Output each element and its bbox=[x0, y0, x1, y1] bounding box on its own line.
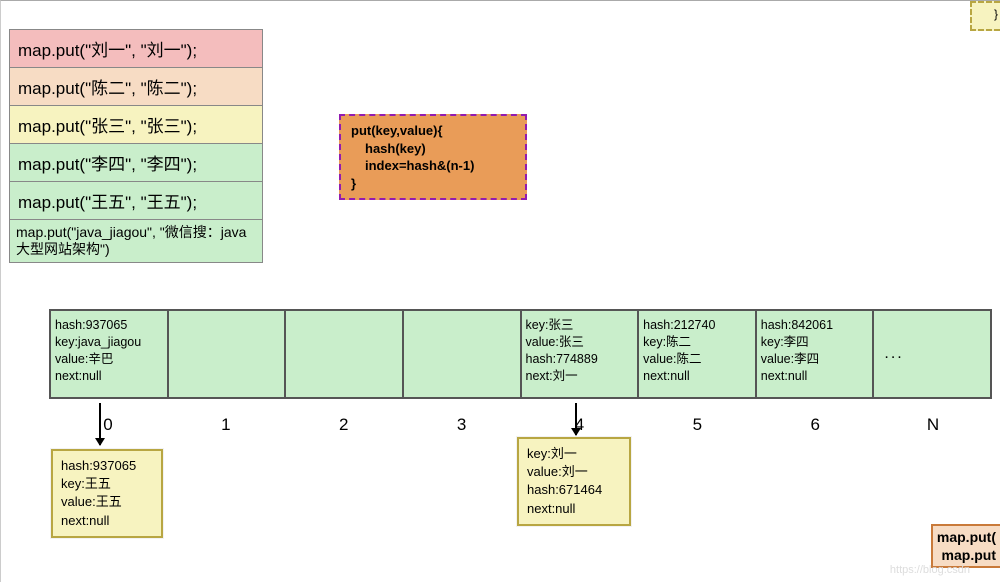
bottom-snippet-line-2: map.put bbox=[937, 546, 996, 564]
extra-node-4-line-0: key:刘一 bbox=[527, 445, 621, 463]
arrow-bucket-4 bbox=[575, 403, 577, 435]
watermark: https://blog.csdn bbox=[890, 564, 970, 576]
algo-line-3: index=hash&(n-1) bbox=[365, 157, 515, 175]
extra-node-0-line-0: hash:937065 bbox=[61, 457, 153, 475]
bucket-array: hash:937065key:java_jiagouvalue:辛巴next:n… bbox=[49, 309, 992, 399]
bucket-2 bbox=[286, 311, 404, 397]
bucket-6-line-3: next:null bbox=[761, 368, 869, 385]
bucket-4-line-1: value:张三 bbox=[526, 334, 634, 351]
arrow-bucket-0 bbox=[99, 403, 101, 445]
bottom-snippet: map.put( map.put bbox=[931, 524, 1000, 568]
bucket-0-line-3: next:null bbox=[55, 368, 163, 385]
algo-line-4: } bbox=[351, 175, 515, 193]
bucket-3 bbox=[404, 311, 522, 397]
algo-line-1: put(key,value){ bbox=[351, 122, 515, 140]
put-call-5: map.put("java_jiagou", "微信搜：java大型网站架构") bbox=[10, 220, 262, 262]
bucket-5-line-3: next:null bbox=[643, 368, 751, 385]
bucket-5-line-0: hash:212740 bbox=[643, 317, 751, 334]
index-row: 0123456N bbox=[49, 403, 992, 435]
bucket-ellipsis: ... bbox=[884, 343, 903, 365]
extra-node-0-line-1: key:王五 bbox=[61, 475, 153, 493]
index-1: 1 bbox=[167, 403, 285, 435]
bucket-5-line-1: key:陈二 bbox=[643, 334, 751, 351]
extra-node-0-line-3: next:null bbox=[61, 512, 153, 530]
put-call-3: map.put("李四", "李四"); bbox=[10, 144, 262, 182]
index-3: 3 bbox=[403, 403, 521, 435]
bucket-6: hash:842061key:李四value:李四next:null bbox=[757, 311, 875, 397]
bucket-5-line-2: value:陈二 bbox=[643, 351, 751, 368]
index-2: 2 bbox=[285, 403, 403, 435]
put-call-list: map.put("刘一", "刘一");map.put("陈二", "陈二");… bbox=[9, 29, 263, 263]
bucket-0-line-2: value:辛巴 bbox=[55, 351, 163, 368]
bucket-5: hash:212740key:陈二value:陈二next:null bbox=[639, 311, 757, 397]
bucket-4-line-2: hash:774889 bbox=[526, 351, 634, 368]
index-5: 5 bbox=[638, 403, 756, 435]
algo-line-2: hash(key) bbox=[365, 140, 515, 158]
bucket-7: ... bbox=[874, 311, 990, 397]
bucket-6-line-1: key:李四 bbox=[761, 334, 869, 351]
bucket-1 bbox=[169, 311, 287, 397]
bucket-4: key:张三value:张三hash:774889next:刘一 bbox=[522, 311, 640, 397]
corner-snippet: } bbox=[970, 1, 1000, 31]
put-call-2: map.put("张三", "张三"); bbox=[10, 106, 262, 144]
extra-node-4-line-1: value:刘一 bbox=[527, 463, 621, 481]
extra-node-4-line-3: next:null bbox=[527, 500, 621, 518]
index-6: 6 bbox=[756, 403, 874, 435]
diagram-root: map.put("刘一", "刘一");map.put("陈二", "陈二");… bbox=[0, 0, 1000, 582]
extra-node-bucket-4: key:刘一value:刘一hash:671464next:null bbox=[517, 437, 631, 526]
extra-node-bucket-0: hash:937065key:王五value:王五next:null bbox=[51, 449, 163, 538]
bucket-6-line-0: hash:842061 bbox=[761, 317, 869, 334]
put-call-0: map.put("刘一", "刘一"); bbox=[10, 30, 262, 68]
bottom-snippet-line-1: map.put( bbox=[937, 528, 996, 546]
put-call-1: map.put("陈二", "陈二"); bbox=[10, 68, 262, 106]
extra-node-4-line-2: hash:671464 bbox=[527, 481, 621, 499]
bucket-0-line-0: hash:937065 bbox=[55, 317, 163, 334]
bucket-0-line-1: key:java_jiagou bbox=[55, 334, 163, 351]
extra-node-0-line-2: value:王五 bbox=[61, 493, 153, 511]
bucket-6-line-2: value:李四 bbox=[761, 351, 869, 368]
bucket-4-line-0: key:张三 bbox=[526, 317, 634, 334]
index-N: N bbox=[874, 403, 992, 435]
bucket-4-line-3: next:刘一 bbox=[526, 368, 634, 385]
bucket-0: hash:937065key:java_jiagouvalue:辛巴next:n… bbox=[51, 311, 169, 397]
index-0: 0 bbox=[49, 403, 167, 435]
algorithm-box: put(key,value){ hash(key) index=hash&(n-… bbox=[339, 114, 527, 200]
put-call-4: map.put("王五", "王五"); bbox=[10, 182, 262, 220]
